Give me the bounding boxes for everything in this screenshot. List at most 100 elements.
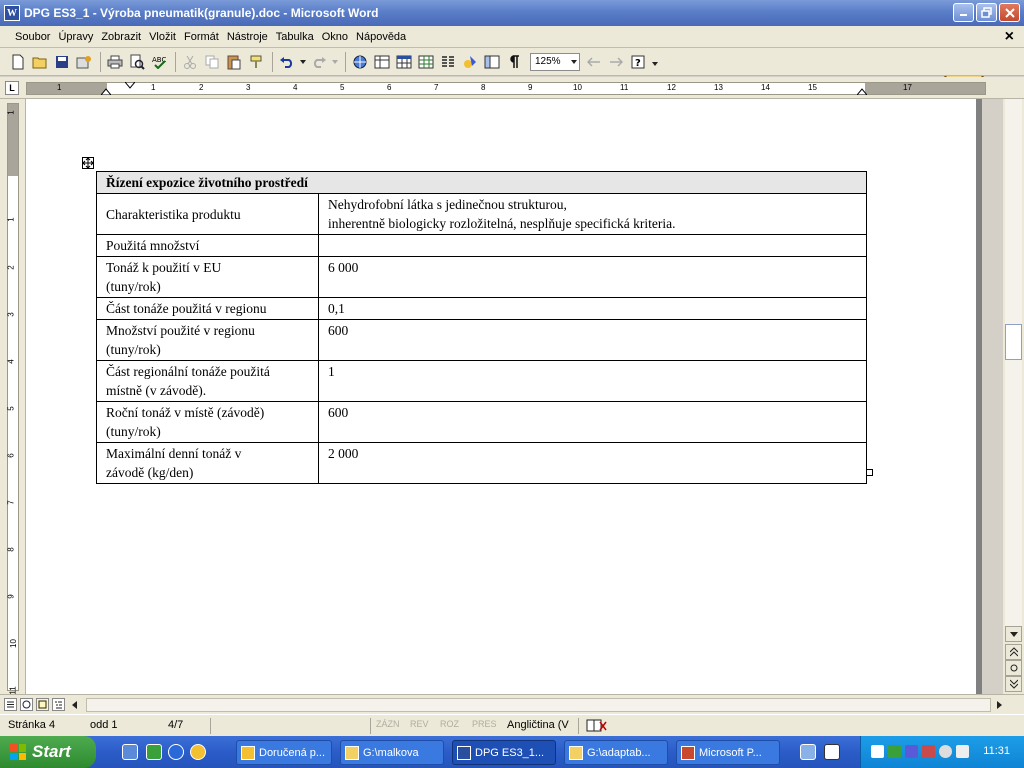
menu-okno[interactable]: Okno — [319, 31, 351, 43]
horizontal-scroll-track[interactable] — [86, 698, 991, 712]
ruler-strip[interactable]: 1 1 2 3 4 5 6 7 8 9 10 11 12 13 14 15 17 — [26, 82, 986, 95]
previous-object-button[interactable] — [1005, 644, 1022, 660]
next-page-button[interactable] — [606, 52, 626, 72]
horizontal-ruler[interactable]: L 1 1 2 3 4 5 6 7 8 9 10 11 12 13 14 15 … — [0, 77, 1024, 99]
undo-dropdown[interactable] — [299, 52, 307, 72]
table-cell-label[interactable]: Část regionální tonáže použitá místně (v … — [96, 360, 319, 402]
taskbar-item-word-document[interactable]: DPG ES3_1... — [452, 740, 556, 765]
undo-button[interactable] — [277, 52, 297, 72]
menu-soubor[interactable]: Soubor — [12, 31, 53, 43]
toolbar-options-button[interactable] — [650, 52, 660, 72]
new-document-button[interactable] — [8, 52, 28, 72]
tab-selector[interactable]: L — [5, 81, 19, 95]
taskbar-item-inbox[interactable]: Doručená p... — [236, 740, 332, 765]
save-button[interactable] — [52, 52, 72, 72]
close-document-button[interactable]: × — [1005, 28, 1014, 46]
left-indent-marker-icon[interactable] — [101, 87, 111, 95]
next-object-button[interactable] — [1005, 676, 1022, 692]
menu-vlozit[interactable]: Vložit — [146, 31, 179, 43]
table-cell-label[interactable]: Maximální denní tonáž v závodě (kg/den) — [96, 442, 319, 484]
print-button[interactable] — [105, 52, 125, 72]
redo-button[interactable] — [309, 52, 329, 72]
drawing-button[interactable] — [460, 52, 480, 72]
vertical-ruler[interactable]: 1 1 2 3 4 5 6 7 8 9 10 11 — [0, 99, 26, 695]
quicklaunch-media-icon[interactable] — [190, 744, 206, 760]
select-browse-object-button[interactable] — [1005, 660, 1022, 676]
quicklaunch-outlook-icon[interactable] — [146, 744, 162, 760]
redo-dropdown[interactable] — [331, 52, 339, 72]
taskbar-item-folder-adaptab[interactable]: G:\adaptab... — [564, 740, 668, 765]
scroll-thumb[interactable] — [1005, 324, 1022, 360]
taskbar-folder-icon[interactable] — [800, 744, 816, 760]
status-extend-selection[interactable]: ROZ — [440, 719, 459, 729]
columns-button[interactable] — [438, 52, 458, 72]
menu-napoveda[interactable]: Nápověda — [353, 31, 409, 43]
paste-button[interactable] — [224, 52, 244, 72]
insert-excel-button[interactable] — [416, 52, 436, 72]
status-record-macro[interactable]: ZÁZN — [376, 719, 400, 729]
table-header-cell[interactable]: Řízení expozice životního prostředí — [96, 171, 867, 194]
table-cell-value[interactable]: 0,1 — [318, 297, 867, 320]
scroll-right-button[interactable] — [993, 698, 1006, 711]
start-button[interactable]: Start — [0, 736, 96, 768]
cut-button[interactable] — [180, 52, 200, 72]
menu-zobrazit[interactable]: Zobrazit — [98, 31, 144, 43]
table-cell-value[interactable]: 600 — [318, 401, 867, 443]
right-indent-marker-icon[interactable] — [857, 87, 867, 95]
outline-view-button[interactable] — [52, 698, 65, 711]
table-cell-label[interactable]: Tonáž k použití v EU (tuny/rok) — [96, 256, 319, 298]
search-tray-icon[interactable] — [939, 745, 952, 758]
close-window-button[interactable] — [999, 3, 1020, 22]
copy-button[interactable] — [202, 52, 222, 72]
table-cell-label[interactable]: Část tonáže použitá v regionu — [96, 297, 319, 320]
status-overtype[interactable]: PRES — [472, 719, 497, 729]
normal-view-button[interactable] — [4, 698, 17, 711]
table-cell-value[interactable]: Nehydrofobní látka s jedinečnou struktur… — [318, 193, 867, 235]
spelling-status-book-icon[interactable] — [586, 719, 608, 733]
scroll-down-button[interactable] — [1005, 626, 1022, 642]
status-language[interactable]: Angličtina (V — [507, 719, 569, 731]
scroll-left-button[interactable] — [68, 698, 81, 711]
open-button[interactable] — [30, 52, 50, 72]
table-move-handle[interactable] — [82, 157, 94, 169]
tray-icon[interactable] — [922, 745, 935, 758]
permission-button[interactable] — [74, 52, 94, 72]
network-tray-icon[interactable] — [888, 745, 901, 758]
help-button[interactable]: ? — [628, 52, 648, 72]
status-track-changes[interactable]: REV — [410, 719, 429, 729]
mail-tray-icon[interactable] — [871, 745, 884, 758]
zoom-select[interactable]: 125% — [530, 52, 580, 71]
tables-borders-button[interactable] — [372, 52, 392, 72]
table-cell-value[interactable]: 600 — [318, 319, 867, 361]
show-hide-formatting-button[interactable] — [504, 52, 524, 72]
print-layout-button[interactable] — [36, 698, 49, 711]
table-cell-label[interactable]: Množství použité v regionu (tuny/rok) — [96, 319, 319, 361]
vertical-scrollbar[interactable] — [1003, 99, 1024, 694]
table-cell-value[interactable] — [318, 234, 867, 257]
insert-hyperlink-button[interactable] — [350, 52, 370, 72]
taskbar-item-powerpoint[interactable]: Microsoft P... — [676, 740, 780, 765]
taskbar-help-icon[interactable] — [824, 744, 840, 760]
web-layout-button[interactable] — [20, 698, 33, 711]
table-cell-label[interactable]: Charakteristika produktu — [96, 193, 319, 235]
vertical-ruler-strip[interactable]: 1 1 2 3 4 5 6 7 8 9 10 11 — [7, 103, 19, 695]
taskbar-item-folder-malkova[interactable]: G:\malkova — [340, 740, 444, 765]
quicklaunch-internet-explorer-icon[interactable] — [168, 744, 184, 760]
spelling-button[interactable]: ABC — [149, 52, 169, 72]
menu-tabulka[interactable]: Tabulka — [273, 31, 317, 43]
title-bar[interactable]: W DPG ES3_1 - Výroba pneumatik(granule).… — [0, 0, 1024, 26]
first-line-indent-marker-icon[interactable] — [125, 82, 135, 90]
quicklaunch-desktop-icon[interactable] — [122, 744, 138, 760]
volume-tray-icon[interactable] — [956, 745, 969, 758]
scroll-track[interactable] — [1005, 99, 1022, 626]
menu-upravy[interactable]: Úpravy — [55, 31, 96, 43]
table-resize-handle[interactable] — [866, 469, 873, 476]
table-cell-value[interactable]: 6 000 — [318, 256, 867, 298]
menu-format[interactable]: Formát — [181, 31, 222, 43]
table-cell-label[interactable]: Použitá množství — [96, 234, 319, 257]
insert-table-button[interactable] — [394, 52, 414, 72]
previous-page-button[interactable] — [584, 52, 604, 72]
document-page[interactable]: Řízení expozice životního prostředí Char… — [26, 99, 982, 694]
antivirus-tray-icon[interactable] — [905, 745, 918, 758]
table-cell-value[interactable]: 2 000 — [318, 442, 867, 484]
